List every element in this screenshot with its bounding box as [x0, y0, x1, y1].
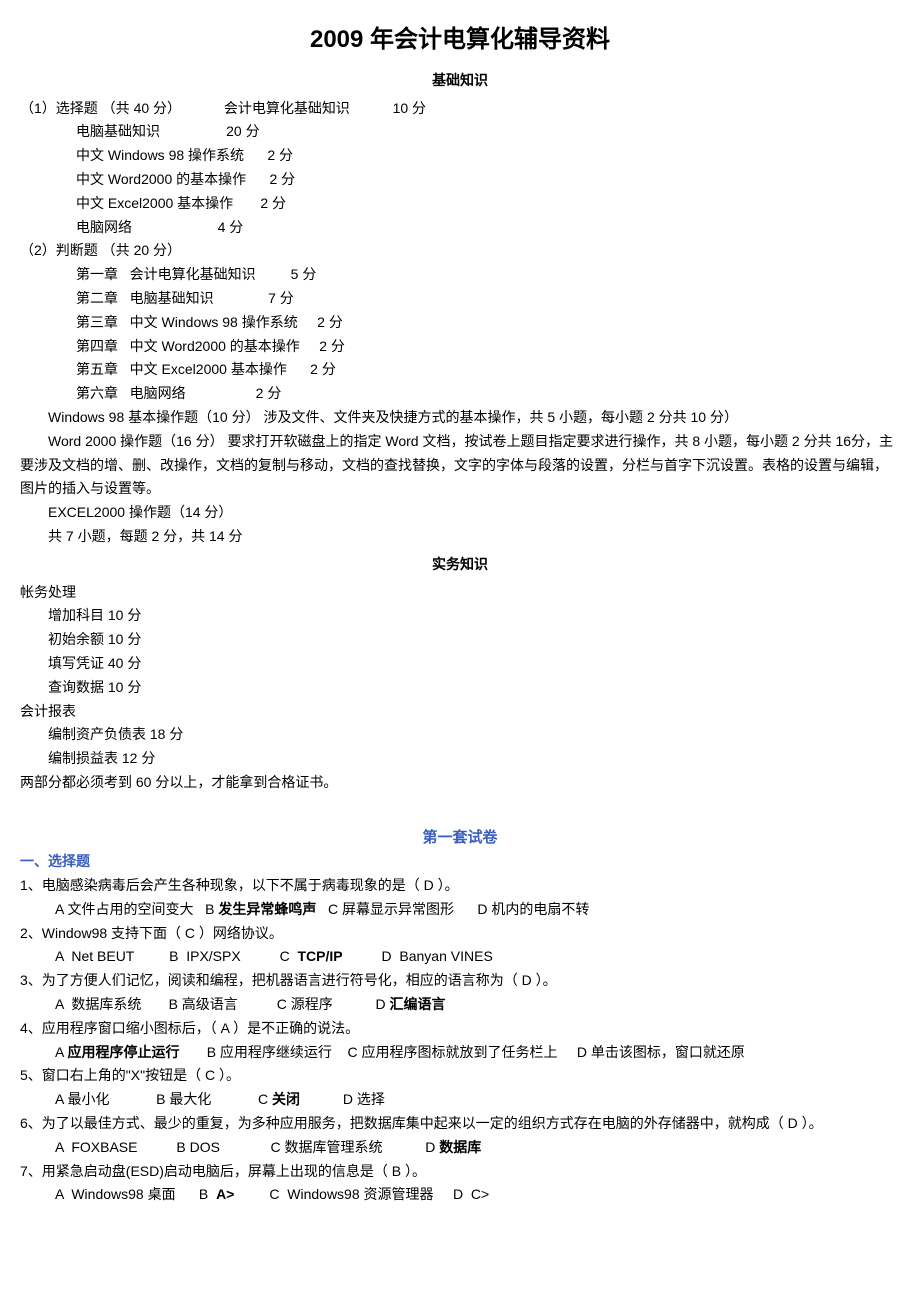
practical-item: 编制损益表 12 分	[20, 747, 900, 771]
practical-item: 编制资产负债表 18 分	[20, 723, 900, 747]
question-text: 6、为了以最佳方式、最少的重复，为多种应用服务，把数据库集中起来以一定的组织方式…	[20, 1112, 900, 1136]
practical-item: 填写凭证 40 分	[20, 652, 900, 676]
question-options: A Net BEUT B IPX/SPX C TCP/IP D Banyan V…	[20, 945, 900, 969]
practical-item: 查询数据 10 分	[20, 676, 900, 700]
question-text: 2、Window98 支持下面（ C ）网络协议。	[20, 922, 900, 946]
tf-item: 第五章 中文 Excel2000 基本操作 2 分	[20, 358, 900, 382]
mc-item: 中文 Excel2000 基本操作 2 分	[20, 192, 900, 216]
question-text: 7、用紧急启动盘(ESD)启动电脑后，屏幕上出现的信息是（ B ）。	[20, 1160, 900, 1184]
tf-item: 第六章 电脑网络 2 分	[20, 382, 900, 406]
question-text: 3、为了方便人们记忆，阅读和编程，把机器语言进行符号化，相应的语言称为（ D ）…	[20, 969, 900, 993]
question-options: A 数据库系统 B 高级语言 C 源程序 D 汇编语言	[20, 993, 900, 1017]
tf-item: 第二章 电脑基础知识 7 分	[20, 287, 900, 311]
mc-header: （1）选择题 （共 40 分） 会计电算化基础知识 10 分	[20, 97, 900, 121]
tf-header: （2）判断题 （共 20 分）	[20, 239, 900, 263]
practical-note: 两部分都必须考到 60 分以上，才能拿到合格证书。	[20, 771, 900, 795]
excel2000-detail: 共 7 小题，每题 2 分，共 14 分	[20, 525, 900, 549]
question-text: 1、电脑感染病毒后会产生各种现象，以下不属于病毒现象的是（ D ）。	[20, 874, 900, 898]
page-title: 2009 年会计电算化辅导资料	[20, 20, 900, 61]
practical-h1: 帐务处理	[20, 581, 900, 605]
test-set-title: 第一套试卷	[20, 825, 900, 851]
excel2000-op-para: EXCEL2000 操作题（14 分）	[20, 501, 900, 525]
correct-answer: A>	[216, 1186, 234, 1202]
tf-item: 第四章 中文 Word2000 的基本操作 2 分	[20, 335, 900, 359]
correct-answer: 发生异常蜂鸣声	[218, 901, 316, 917]
correct-answer: 关闭	[272, 1091, 300, 1107]
mc-item: 电脑基础知识 20 分	[20, 120, 900, 144]
question-options: A 应用程序停止运行 B 应用程序继续运行 C 应用程序图标就放到了任务栏上 D…	[20, 1041, 900, 1065]
practical-item: 初始余额 10 分	[20, 628, 900, 652]
question-options: A 文件占用的空间变大 B 发生异常蜂鸣声 C 屏幕显示异常图形 D 机内的电扇…	[20, 898, 900, 922]
correct-answer: 应用程序停止运行	[67, 1044, 179, 1060]
practical-item: 增加科目 10 分	[20, 604, 900, 628]
word2000-op-para: Word 2000 操作题（16 分） 要求打开软磁盘上的指定 Word 文档，…	[20, 430, 900, 501]
mc-item: 电脑网络 4 分	[20, 216, 900, 240]
question-options: A 最小化 B 最大化 C 关闭 D 选择	[20, 1088, 900, 1112]
mc-item: 中文 Windows 98 操作系统 2 分	[20, 144, 900, 168]
question-section-header: 一、选择题	[20, 850, 900, 874]
tf-item: 第三章 中文 Windows 98 操作系统 2 分	[20, 311, 900, 335]
question-text: 5、窗口右上角的"X"按钮是（ C ）。	[20, 1064, 900, 1088]
section-practical-title: 实务知识	[20, 553, 900, 577]
correct-answer: 汇编语言	[389, 996, 445, 1012]
question-text: 4、应用程序窗口缩小图标后，（ A ）是不正确的说法。	[20, 1017, 900, 1041]
correct-answer: 数据库	[439, 1139, 481, 1155]
practical-h2: 会计报表	[20, 700, 900, 724]
mc-item: 中文 Word2000 的基本操作 2 分	[20, 168, 900, 192]
win98-op-para: Windows 98 基本操作题（10 分） 涉及文件、文件夹及快捷方式的基本操…	[20, 406, 900, 430]
section-basic-title: 基础知识	[20, 69, 900, 93]
correct-answer: TCP/IP	[297, 948, 342, 964]
question-options: A FOXBASE B DOS C 数据库管理系统 D 数据库	[20, 1136, 900, 1160]
question-options: A Windows98 桌面 B A> C Windows98 资源管理器 D …	[20, 1183, 900, 1207]
tf-item: 第一章 会计电算化基础知识 5 分	[20, 263, 900, 287]
